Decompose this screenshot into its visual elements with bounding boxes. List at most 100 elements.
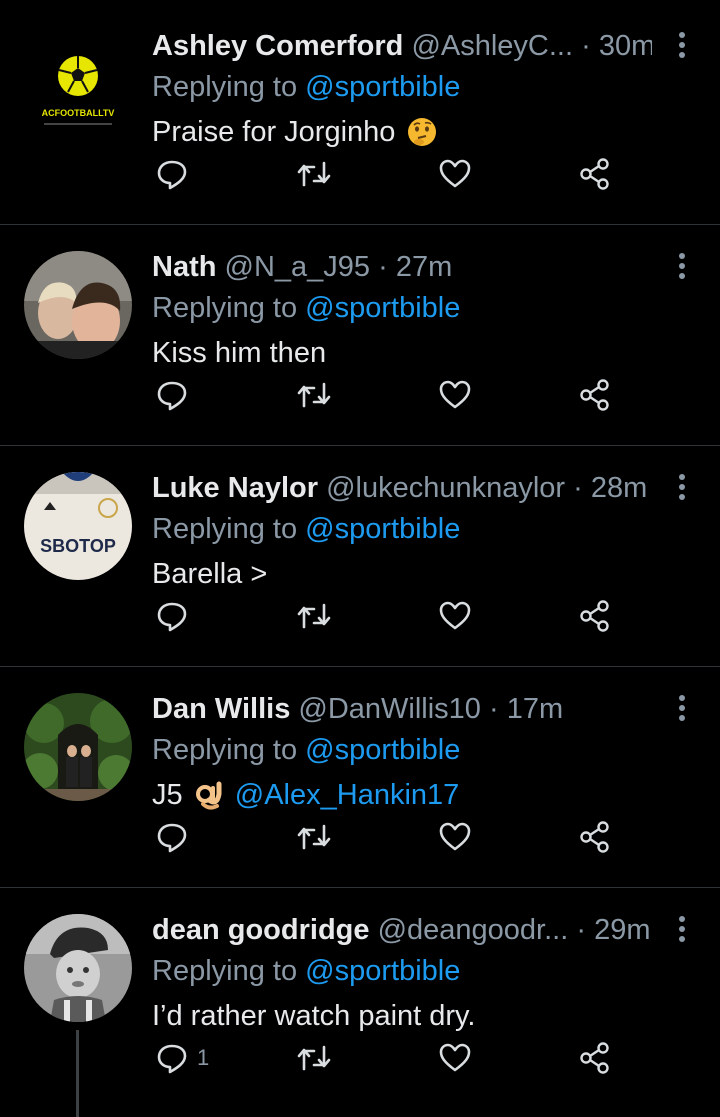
tweet-body: J5 [152, 779, 183, 811]
reply-icon [155, 1041, 189, 1075]
tweet-actions [0, 149, 720, 199]
retweet-icon [296, 599, 332, 633]
display-name[interactable]: Ashley Comerford [152, 30, 403, 62]
timestamp[interactable]: 17m [507, 693, 563, 725]
separator-dot: · [489, 693, 499, 725]
tweet-text: Barella > [152, 554, 267, 594]
heart-icon [438, 378, 472, 412]
retweet-button[interactable] [296, 149, 332, 199]
like-button[interactable] [438, 591, 472, 641]
reply-button[interactable] [155, 812, 197, 862]
reply-icon [155, 820, 189, 854]
like-button[interactable] [438, 1033, 472, 1083]
replying-to-label: Replying to [152, 71, 298, 103]
tweet[interactable]: SBOTOP Luke Naylor @lukechunknaylor · 28… [0, 446, 720, 667]
reply-icon [155, 599, 189, 633]
timestamp[interactable]: 28m [591, 472, 647, 504]
tweet[interactable]: Dan Willis @DanWillis10 · 17m Replying t… [0, 667, 720, 888]
like-button[interactable] [438, 812, 472, 862]
avatar-photo [24, 693, 132, 801]
heart-icon [438, 1041, 472, 1075]
retweet-icon [296, 820, 332, 854]
retweet-button[interactable] [296, 370, 332, 420]
tweet-header: Ashley Comerford @AshleyC... · 30m [152, 26, 652, 66]
user-handle[interactable]: @lukechunknaylor [326, 472, 565, 504]
tweet[interactable]: ACFOOTBALLTV Ashley Comerford @AshleyC..… [0, 4, 720, 225]
more-options-icon[interactable] [672, 693, 692, 723]
avatar[interactable]: SBOTOP [24, 472, 132, 580]
avatar[interactable] [24, 914, 132, 1022]
replying-to: Replying to @sportbible [152, 509, 460, 549]
acfootball-logo: ACFOOTBALLTV [24, 30, 132, 138]
tweet-body: Barella > [152, 558, 268, 590]
reply-button[interactable] [155, 591, 197, 641]
tweet-text: I’d rather watch paint dry. [152, 996, 475, 1036]
share-button[interactable] [578, 149, 612, 199]
avatar[interactable] [24, 251, 132, 359]
retweet-button[interactable] [296, 591, 332, 641]
more-options-icon[interactable] [672, 914, 692, 944]
replying-to: Replying to @sportbible [152, 67, 460, 107]
replying-to-label: Replying to [152, 955, 298, 987]
more-options-icon[interactable] [672, 472, 692, 502]
display-name[interactable]: Luke Naylor [152, 472, 318, 504]
separator-dot: · [576, 914, 586, 946]
avatar-sponsor-text: SBOTOP [40, 536, 116, 556]
tweet[interactable]: dean goodridge @deangoodr... · 29m Reply… [0, 888, 720, 1117]
share-button[interactable] [578, 812, 612, 862]
reply-icon [155, 157, 189, 191]
like-button[interactable] [438, 149, 472, 199]
display-name[interactable]: Dan Willis [152, 693, 290, 725]
tweet[interactable]: Nath @N_a_J95 · 27m Replying to @sportbi… [0, 225, 720, 446]
replying-to-mention[interactable]: @sportbible [305, 955, 460, 987]
retweet-icon [296, 378, 332, 412]
share-button[interactable] [578, 370, 612, 420]
replying-to-mention[interactable]: @sportbible [305, 71, 460, 103]
retweet-button[interactable] [296, 812, 332, 862]
reply-button[interactable]: 1 [155, 1033, 209, 1083]
share-button[interactable] [578, 1033, 612, 1083]
share-icon [578, 378, 612, 412]
tweet-actions [0, 370, 720, 420]
share-button[interactable] [578, 591, 612, 641]
display-name[interactable]: dean goodridge [152, 914, 370, 946]
tweet-body: Praise for Jorginho [152, 116, 396, 148]
tweet-header: Dan Willis @DanWillis10 · 17m [152, 689, 652, 729]
user-handle[interactable]: @DanWillis10 [298, 693, 481, 725]
separator-dot: · [378, 251, 388, 283]
tweet-body: Kiss him then [152, 337, 327, 369]
user-handle[interactable]: @AshleyC... [411, 30, 573, 62]
avatar[interactable] [24, 693, 132, 801]
tweet-actions [0, 812, 720, 862]
tweet-actions [0, 591, 720, 641]
retweet-button[interactable] [296, 1033, 332, 1083]
avatar-photo [24, 914, 132, 1022]
share-icon [578, 157, 612, 191]
separator-dot: · [573, 472, 583, 504]
tweet-mention[interactable]: @Alex_Hankin17 [235, 779, 460, 811]
tweet-body: I’d rather watch paint dry. [152, 1000, 476, 1032]
retweet-icon [296, 1041, 332, 1075]
replying-to-label: Replying to [152, 513, 298, 545]
more-options-icon[interactable] [672, 251, 692, 281]
tweet-text: Kiss him then [152, 333, 326, 373]
timestamp[interactable]: 29m [594, 914, 650, 946]
replying-to-mention[interactable]: @sportbible [305, 292, 460, 324]
avatar[interactable]: ACFOOTBALLTV [24, 30, 132, 138]
thread-connector-line [76, 1030, 79, 1117]
heart-icon [438, 820, 472, 854]
user-handle[interactable]: @deangoodr... [378, 914, 569, 946]
user-handle[interactable]: @N_a_J95 [225, 251, 371, 283]
reply-button[interactable] [155, 370, 197, 420]
share-icon [578, 1041, 612, 1075]
display-name[interactable]: Nath [152, 251, 216, 283]
timestamp[interactable]: 30m [599, 30, 652, 62]
heart-icon [438, 157, 472, 191]
replying-to-mention[interactable]: @sportbible [305, 513, 460, 545]
replying-to-mention[interactable]: @sportbible [305, 734, 460, 766]
more-options-icon[interactable] [672, 30, 692, 60]
timestamp[interactable]: 27m [396, 251, 452, 283]
reply-button[interactable] [155, 149, 197, 199]
like-button[interactable] [438, 370, 472, 420]
reply-count: 1 [197, 1045, 210, 1070]
